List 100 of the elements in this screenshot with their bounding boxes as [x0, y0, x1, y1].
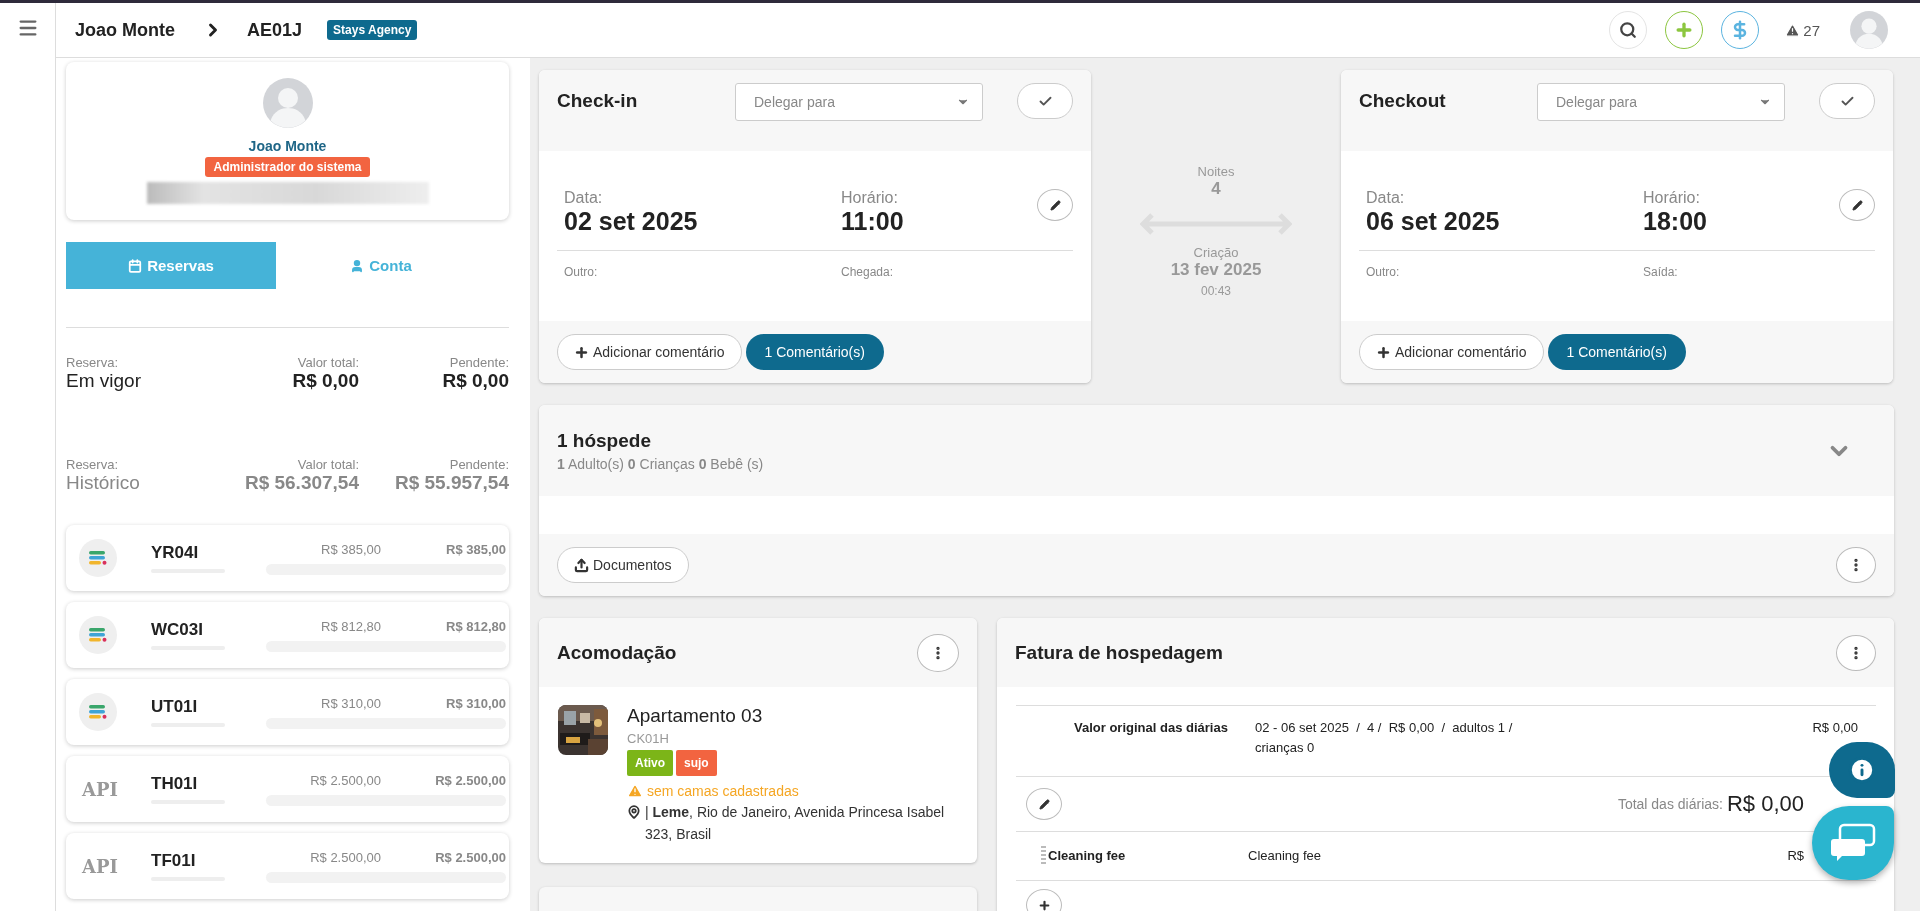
time-label: Horário:	[1643, 189, 1701, 207]
summary-label: Pendente:	[448, 355, 509, 370]
breadcrumb-item: AE01J	[247, 19, 303, 41]
search-icon	[1619, 21, 1638, 39]
total-label: Total das diárias:	[1617, 796, 1723, 812]
status-tag: Ativo	[627, 750, 673, 776]
delegate-select[interactable]: Delegar para	[1537, 83, 1785, 121]
nights-label: Noites	[1197, 164, 1235, 179]
pending-amount: R$ 310,00	[445, 695, 506, 711]
reservation-code: YR04I	[151, 543, 200, 563]
reservation-code: TH01I	[151, 774, 199, 794]
total-amount: R$ 2.500,00	[309, 772, 381, 788]
pending-amount: R$ 812,80	[445, 618, 506, 634]
time-value: 18:00	[1643, 207, 1708, 236]
avatar-icon	[262, 78, 313, 128]
created-time: 00:43	[1201, 284, 1231, 298]
calendar-icon	[128, 258, 143, 273]
date-label: Data:	[564, 189, 604, 207]
stacked-bars-icon	[88, 704, 108, 720]
reservation-card[interactable]: API TH01I R$ 2.500,00 R$ 2.500,00	[66, 756, 509, 822]
created-date: 13 fev 2025	[1170, 260, 1262, 280]
plus-icon	[1376, 344, 1391, 360]
documents-button[interactable]: Documentos	[557, 547, 689, 583]
avatar-icon	[1850, 11, 1888, 49]
total-value: R$ 0,00	[291, 370, 359, 392]
confirm-button[interactable]	[1819, 83, 1875, 119]
field-label: Saída:	[1643, 265, 1679, 279]
more-button[interactable]	[1836, 634, 1876, 671]
reservation-card[interactable]: YR04I R$ 385,00 R$ 385,00	[66, 525, 509, 591]
reservation-card[interactable]: UT01I R$ 310,00 R$ 310,00	[66, 679, 509, 745]
reservation-card[interactable]: API TF01I R$ 2.500,00 R$ 2.500,00	[66, 833, 509, 899]
total-value: R$ 56.307,54	[243, 472, 359, 494]
created-label: Criação	[1193, 245, 1239, 260]
edit-button[interactable]	[1026, 788, 1062, 820]
reservation-code: UT01I	[151, 697, 199, 717]
summary-label: Reserva:	[66, 355, 120, 370]
total-amount: R$ 812,80	[320, 618, 381, 634]
pencil-icon	[1038, 798, 1050, 810]
profile-name: Joao Monte	[248, 138, 327, 154]
other-label: Outro:	[1366, 265, 1401, 279]
total-amount: R$ 385,00	[320, 541, 381, 557]
card-title: Check-in	[557, 90, 638, 112]
more-button[interactable]	[917, 633, 959, 672]
edit-button[interactable]	[1037, 189, 1073, 221]
status-tag: sujo	[676, 750, 717, 776]
date-label: Data:	[1366, 189, 1406, 207]
breadcrumb-item: Joao Monte	[75, 19, 175, 41]
search-button[interactable]	[1609, 11, 1648, 49]
payment-button[interactable]	[1721, 11, 1760, 49]
card-title: Fatura de hospedagem	[1015, 641, 1223, 664]
warning-text: sem camas cadastradas	[647, 783, 799, 799]
warning-icon	[1785, 22, 1801, 38]
comments-button[interactable]: 1 Comentário(s)	[1547, 334, 1686, 370]
edit-button[interactable]	[1839, 189, 1875, 221]
card-title: Checkout	[1359, 90, 1446, 112]
chat-icon	[1830, 823, 1876, 863]
reservation-code: WC03I	[151, 620, 204, 640]
reservation-status: Histórico	[66, 472, 141, 494]
api-logo: API	[82, 855, 118, 877]
info-icon	[1848, 756, 1876, 784]
drag-handle-icon[interactable]	[1041, 846, 1046, 866]
api-logo: API	[82, 778, 118, 800]
map-pin-icon	[627, 805, 641, 819]
reservation-status: Em vigor	[66, 370, 142, 392]
fee-details: Cleaning fee	[1248, 847, 1322, 865]
user-icon	[350, 258, 365, 273]
pending-value: R$ 0,00	[441, 370, 509, 392]
reservation-card[interactable]: WC03I R$ 812,80 R$ 812,80	[66, 602, 509, 668]
row-amount: R$ 0,00	[1812, 719, 1858, 737]
comments-button[interactable]: 1 Comentário(s)	[745, 334, 884, 370]
pending-amount: R$ 2.500,00	[434, 849, 506, 865]
total-amount: R$ 310,00	[320, 695, 381, 711]
row-label: Valor original das diárias	[1074, 719, 1229, 737]
address: | Leme, Rio de Janeiro, Avenida Princesa Isabel 323, Brasil	[645, 803, 946, 844]
confirm-button[interactable]	[1017, 83, 1073, 119]
total-amount: R$ 2.500,00	[309, 849, 381, 865]
total-value: R$ 0,00	[1726, 791, 1804, 817]
fee-label: Cleaning fee	[1048, 847, 1127, 865]
add-comment-button[interactable]: Adicionar comentário	[557, 334, 742, 370]
stacked-bars-icon	[88, 627, 108, 643]
pending-amount: R$ 2.500,00	[434, 772, 506, 788]
summary-label: Valor total:	[296, 355, 359, 370]
field-label: Chegada:	[841, 265, 895, 279]
time-label: Horário:	[841, 189, 899, 207]
more-button[interactable]	[1836, 547, 1876, 583]
alerts-indicator[interactable]: 27	[1785, 21, 1820, 39]
plus-icon	[574, 344, 589, 360]
delegate-select[interactable]: Delegar para	[735, 83, 983, 121]
stacked-bars-icon	[88, 550, 108, 566]
other-label: Outro:	[564, 265, 599, 279]
add-comment-button[interactable]: Adicionar comentário	[1359, 334, 1544, 370]
summary-label: Valor total:	[296, 457, 359, 472]
pencil-icon	[1049, 199, 1061, 211]
row-details: 02 - 06 set 2025 / 4 / R$ 0,00 / adultos 1 / crianças 0	[1255, 719, 1514, 757]
agency-badge: Stays Agency	[327, 20, 418, 40]
pencil-icon	[1851, 199, 1863, 211]
warning-icon	[627, 783, 643, 799]
reservation-code: TF01I	[151, 851, 197, 871]
role-badge: Administrador do sistema	[205, 157, 370, 177]
card-title: 1 hóspede	[557, 429, 651, 451]
